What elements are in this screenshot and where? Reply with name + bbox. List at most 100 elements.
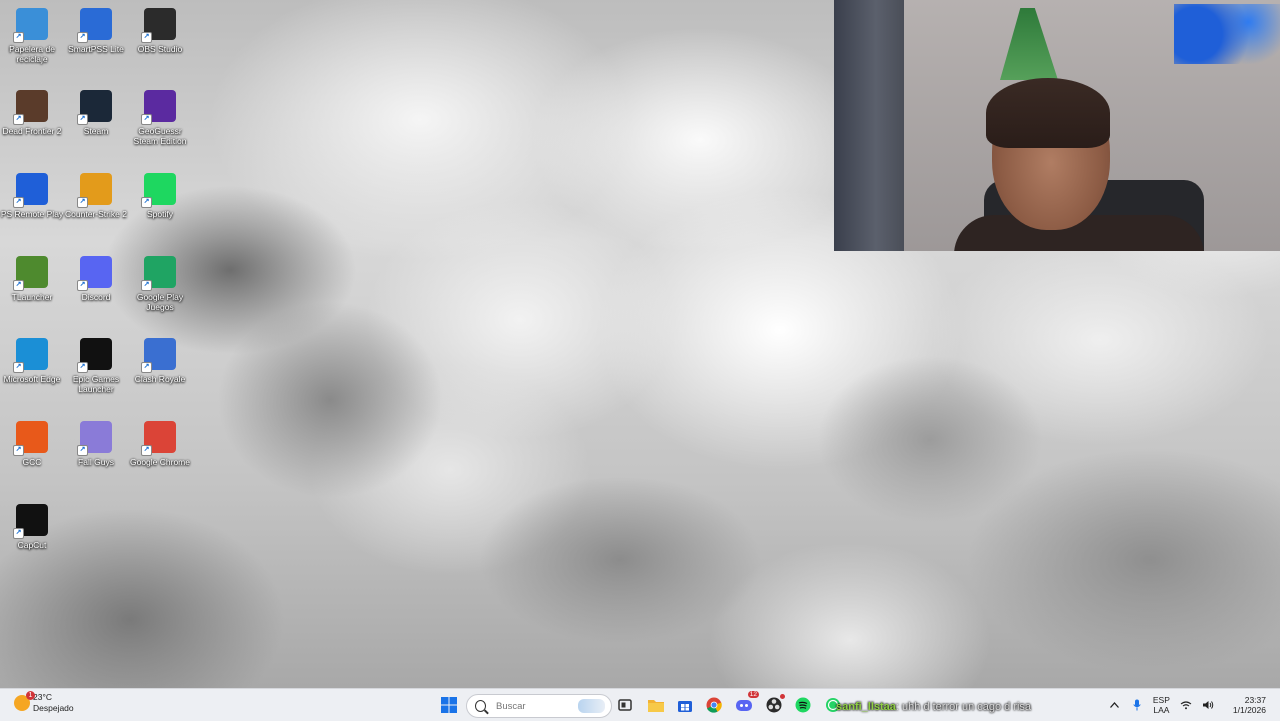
spotify-icon (795, 697, 811, 713)
obs-button[interactable] (763, 694, 785, 716)
system-tray: ESP LAA 23:37 1/1/2026 (1104, 689, 1280, 721)
desktop-icon-label: Dead Frontier 2 (2, 126, 62, 136)
desktop-icon-label: PS Remote Play (0, 209, 64, 219)
search-highlight-icon (578, 699, 605, 713)
desktop-icon[interactable]: ↗ GeoGuessr Steam Edition (128, 86, 192, 162)
obs-icon: ↗ (141, 8, 176, 43)
task-view-icon (618, 699, 632, 711)
stream-chat-message: sanfi_llstaa: uhh d terror un cago d ris… (836, 701, 1031, 713)
shortcut-arrow-icon: ↗ (141, 197, 152, 208)
google-play-games-icon: ↗ (141, 256, 176, 291)
file-explorer-button[interactable] (645, 694, 667, 716)
shortcut-arrow-icon: ↗ (77, 197, 88, 208)
steam-icon: ↗ (77, 90, 112, 125)
clock-date: 1/1/2026 (1232, 705, 1266, 715)
spotify-button[interactable] (792, 694, 814, 716)
windows-icon (441, 697, 457, 713)
webcam-overlay (834, 0, 1280, 251)
desktop-icon-label: OBS Studio (137, 44, 183, 54)
desktop-icon[interactable]: ↗ CapCut (0, 500, 64, 576)
start-button[interactable] (438, 694, 460, 716)
desktop-icon[interactable]: ↗ Clash Royale (128, 334, 192, 410)
folder-icon (648, 699, 664, 712)
desktop-icon-label: Discord (81, 292, 111, 302)
desktop-icon[interactable]: ↗ TLauncher (0, 252, 64, 328)
microphone-button[interactable] (1130, 698, 1144, 712)
chat-username: sanfi_llstaa (836, 701, 896, 713)
shortcut-arrow-icon: ↗ (141, 32, 152, 43)
language-indicator[interactable]: ESP LAA (1153, 695, 1170, 715)
show-hidden-icons-button[interactable] (1108, 698, 1122, 712)
desktop-icon-label: SmartPSS Lite (68, 44, 124, 54)
shortcut-arrow-icon: ↗ (77, 32, 88, 43)
desktop-icon[interactable]: ↗ Google Play Juegos (128, 252, 192, 328)
geoguessr-icon: ↗ (141, 90, 176, 125)
shortcut-arrow-icon: ↗ (13, 280, 24, 291)
desktop-icon-label: Papelera de reciclaje (9, 44, 55, 64)
shortcut-arrow-icon: ↗ (141, 362, 152, 373)
clash-royale-icon: ↗ (141, 338, 176, 373)
desktop-icon[interactable]: ↗ Fall Guys (64, 417, 128, 493)
desktop-icon-label: GCC (22, 457, 42, 467)
microphone-icon (1133, 699, 1141, 711)
desktop-icon[interactable]: ↗ OBS Studio (128, 4, 192, 80)
chrome-button[interactable] (703, 694, 725, 716)
tlauncher-icon: ↗ (13, 256, 48, 291)
shortcut-arrow-icon: ↗ (77, 114, 88, 125)
shortcut-arrow-icon: ↗ (77, 362, 88, 373)
store-icon (678, 701, 692, 712)
desktop-icon[interactable]: ↗ Discord (64, 252, 128, 328)
discord-icon (736, 700, 752, 711)
desktop-icon-label: Counter-Strike 2 (65, 209, 127, 219)
desktop-icon-label: Spotify (147, 209, 173, 219)
desktop-icon[interactable]: ↗ SmartPSS Lite (64, 4, 128, 80)
recycle-bin-icon: ↗ (13, 8, 48, 43)
search-input[interactable] (494, 699, 578, 713)
shortcut-arrow-icon: ↗ (77, 445, 88, 456)
store-button[interactable] (674, 694, 696, 716)
weather-desc: Despejado (33, 703, 74, 713)
shortcut-arrow-icon: ↗ (141, 114, 152, 125)
desktop-icon[interactable]: ↗ PS Remote Play (0, 169, 64, 245)
obs-recording-dot (780, 694, 785, 699)
search-box[interactable] (466, 694, 612, 718)
weather-widget[interactable]: 1 23°C Despejado (14, 691, 74, 714)
desktop-icon[interactable]: ↗ Spotify (128, 169, 192, 245)
chevron-up-icon (1110, 702, 1120, 708)
desktop-icon[interactable]: ↗ Dead Frontier 2 (0, 86, 64, 162)
discord-icon: ↗ (77, 256, 112, 291)
desktop-icon-label: Microsoft Edge (3, 374, 61, 384)
shortcut-arrow-icon: ↗ (141, 280, 152, 291)
desktop-icon-label: Fall Guys (78, 457, 114, 467)
shortcut-arrow-icon: ↗ (13, 528, 24, 539)
desktop-icon[interactable]: ↗ Google Chrome (128, 417, 192, 493)
desktop-icon[interactable]: ↗ Microsoft Edge (0, 334, 64, 410)
desktop-icon[interactable]: ↗ Papelera de reciclaje (0, 4, 64, 80)
desktop-icon[interactable]: ↗ GCC (0, 417, 64, 493)
dead-frontier-icon: ↗ (13, 90, 48, 125)
discord-button[interactable]: 12 (733, 691, 759, 716)
desktop-icon-label: Google Chrome (129, 457, 190, 467)
weather-badge: 1 (26, 691, 35, 700)
search-icon (475, 700, 486, 712)
capcut-icon: ↗ (13, 504, 48, 539)
desktop-icon[interactable]: ↗ Epic Games Launcher (64, 334, 128, 410)
smartpss-icon: ↗ (77, 8, 112, 43)
discord-badge: 12 (747, 691, 759, 698)
shortcut-arrow-icon: ↗ (13, 32, 24, 43)
chat-text: : uhh d terror un cago d risa (895, 701, 1032, 713)
weather-sun-icon: 1 (14, 691, 35, 711)
task-view-button[interactable] (614, 694, 636, 716)
taskbar: 1 23°C Despejado Buscar 12 sanfi_llstaa:… (0, 688, 1280, 721)
desktop-icon-label: Steam (83, 126, 109, 136)
clock[interactable]: 23:37 1/1/2026 (1233, 695, 1266, 715)
desktop-icon[interactable]: ↗ Steam (64, 86, 128, 162)
spotify-icon: ↗ (141, 173, 176, 208)
chrome-icon: ↗ (141, 421, 176, 456)
counter-strike-icon: ↗ (77, 173, 112, 208)
desktop-icon[interactable]: ↗ Counter-Strike 2 (64, 169, 128, 245)
network-button[interactable] (1179, 698, 1193, 712)
volume-button[interactable] (1201, 698, 1215, 712)
desktop-icon-label: GeoGuessr Steam Edition (133, 126, 187, 146)
shortcut-arrow-icon: ↗ (13, 362, 24, 373)
